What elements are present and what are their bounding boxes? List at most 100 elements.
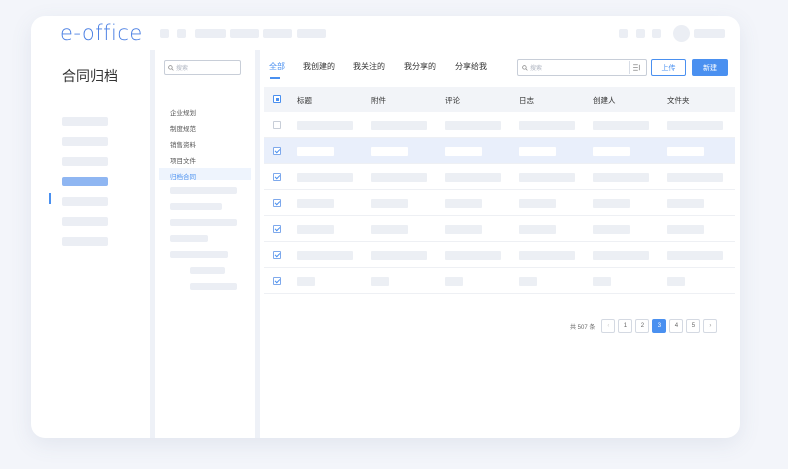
cell-placeholder [371,277,389,286]
left-nav-item[interactable] [62,217,108,226]
tab-shared-with-me[interactable]: 分享给我 [455,61,487,72]
tree-search-placeholder: 搜索 [176,66,189,72]
topbar-tool-placeholder[interactable] [619,29,628,38]
left-nav-item[interactable] [62,237,108,246]
tree-subitem-placeholder[interactable] [190,283,237,290]
cell-placeholder [371,147,408,156]
page-button[interactable]: 5 [686,319,701,333]
cell-placeholder [593,277,611,286]
page-button[interactable]: 2 [635,319,650,333]
main-search-input[interactable]: 搜索 [517,59,647,76]
user-avatar[interactable] [673,25,690,42]
cell-placeholder [667,147,704,156]
cell-placeholder [519,277,537,286]
user-name-placeholder[interactable] [694,29,725,38]
topbar-nav-placeholder[interactable] [230,29,259,38]
left-nav-item[interactable] [62,137,108,146]
tab-following[interactable]: 我关注的 [353,61,385,72]
chevron-left-icon[interactable]: ‹ [601,319,616,333]
tree-item[interactable]: 项目文件 [170,155,196,165]
cell-placeholder [593,147,630,156]
tree-item-placeholder[interactable] [170,235,208,242]
table-row[interactable] [264,190,735,216]
folder-tree-panel: 搜索 企业规划 制度规范 销售资料 项目文件 归档合同 [155,50,255,438]
tree-item-placeholder[interactable] [170,203,222,210]
cell-placeholder [297,251,353,260]
topbar-nav-placeholder[interactable] [177,29,186,38]
tab-created-by-me[interactable]: 我创建的 [303,61,335,72]
select-all-checkbox[interactable] [273,95,281,103]
table-row[interactable] [264,112,735,138]
search-icon [168,64,174,71]
page-button[interactable]: 1 [618,319,633,333]
row-checkbox[interactable] [273,225,281,233]
cell-placeholder [297,147,334,156]
search-icon [522,64,528,71]
cell-placeholder [667,199,704,208]
cell-placeholder [519,121,575,130]
module-title: 合同归档 [62,68,118,84]
cell-placeholder [519,147,556,156]
main-search-placeholder: 搜索 [530,66,543,72]
upload-button[interactable]: 上传 [651,59,686,76]
table-row[interactable] [264,268,735,294]
cell-placeholder [445,147,482,156]
tree-search-input[interactable]: 搜索 [164,60,241,75]
cell-placeholder [667,225,704,234]
column-header-folder[interactable]: 文件夹 [667,95,690,106]
chevron-right-icon[interactable]: › [703,319,718,333]
left-nav-item-active[interactable] [62,177,108,186]
column-header-creator[interactable]: 创建人 [593,95,616,106]
cell-placeholder [519,225,556,234]
cell-placeholder [519,173,575,182]
cell-placeholder [371,173,427,182]
row-checkbox[interactable] [273,173,281,181]
column-header-attachment[interactable]: 附件 [371,95,386,106]
left-nav-item[interactable] [62,197,108,206]
tree-item-placeholder[interactable] [170,219,237,226]
row-checkbox[interactable] [273,121,281,129]
topbar-nav-placeholder[interactable] [160,29,169,38]
left-nav-item[interactable] [62,157,108,166]
row-checkbox[interactable] [273,277,281,285]
table-row[interactable] [264,216,735,242]
topbar-tool-placeholder[interactable] [652,29,661,38]
table-row[interactable] [264,242,735,268]
column-header-log[interactable]: 日志 [519,95,534,106]
filter-icon[interactable] [629,61,644,74]
cell-placeholder [445,173,501,182]
new-button[interactable]: 新建 [692,59,728,76]
table-row-selected[interactable] [264,138,735,164]
tree-item[interactable]: 销售资料 [170,139,196,149]
tab-shared-by-me[interactable]: 我分享的 [404,61,436,72]
tree-item[interactable]: 企业规划 [170,107,196,117]
cell-placeholder [297,225,334,234]
cell-placeholder [519,251,575,260]
row-checkbox[interactable] [273,199,281,207]
topbar-nav-placeholder[interactable] [195,29,226,38]
page-button-current[interactable]: 3 [652,319,667,333]
row-checkbox[interactable] [273,147,281,155]
cell-placeholder [445,199,482,208]
cell-placeholder [371,199,408,208]
page-button[interactable]: 4 [669,319,684,333]
tree-item-placeholder[interactable] [170,187,237,194]
row-checkbox[interactable] [273,251,281,259]
top-bar: e-office [31,16,740,50]
topbar-nav-placeholder[interactable] [263,29,292,38]
topbar-nav-placeholder[interactable] [297,29,326,38]
left-nav-item[interactable] [62,117,108,126]
tree-item-active[interactable]: 归档合同 [170,171,196,181]
table-row[interactable] [264,164,735,190]
column-header-comments[interactable]: 评论 [445,95,460,106]
tree-item-placeholder[interactable] [170,251,228,258]
column-header-title[interactable]: 标题 [297,95,312,106]
topbar-tool-placeholder[interactable] [636,29,645,38]
cell-placeholder [519,199,556,208]
tree-subitem-placeholder[interactable] [190,267,225,274]
active-tab-underline [270,77,280,79]
active-nav-indicator [49,193,51,204]
tab-all[interactable]: 全部 [269,61,285,72]
tree-item[interactable]: 制度规范 [170,123,196,133]
cell-placeholder [371,251,427,260]
